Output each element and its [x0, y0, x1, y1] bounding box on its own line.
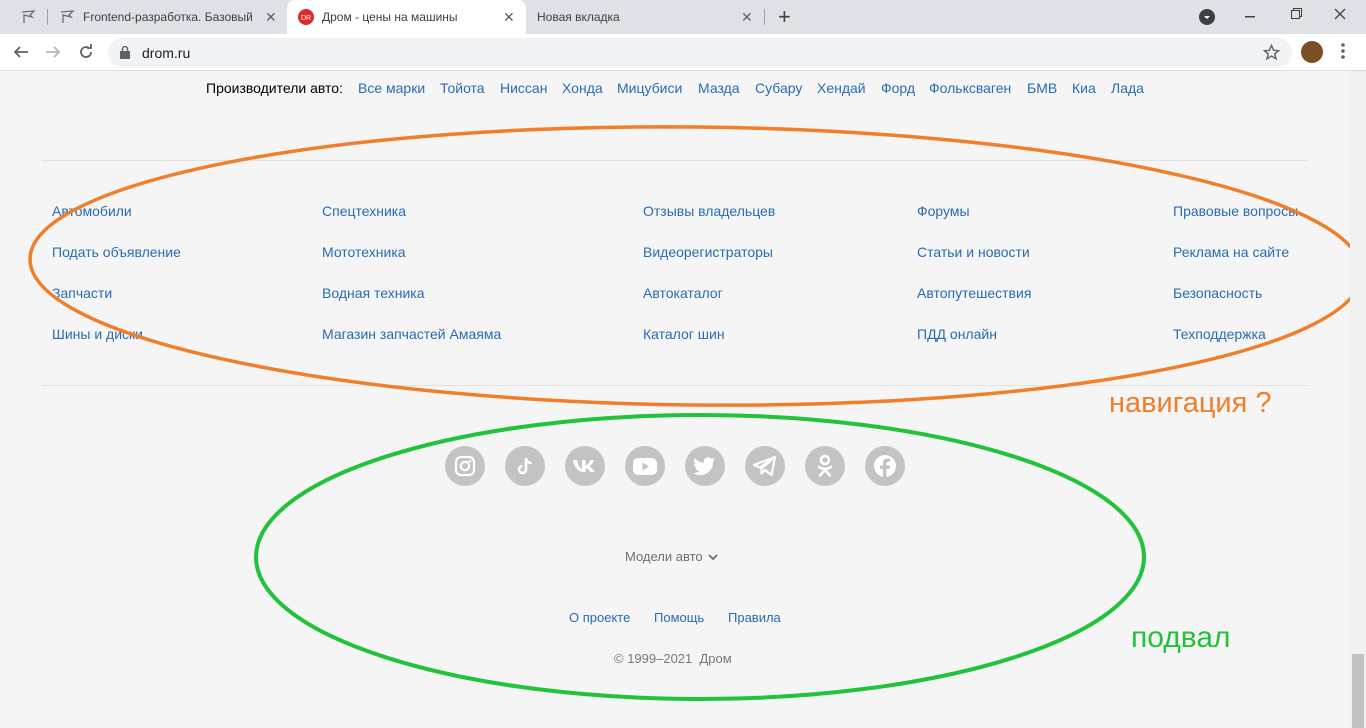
navigation-annotation-ellipse	[28, 125, 1350, 407]
address-bar[interactable]: drom.ru	[108, 38, 1292, 67]
forward-icon[interactable]	[42, 41, 64, 63]
tab-title: Дром - цены на машины	[322, 10, 458, 24]
svg-text:DR: DR	[301, 15, 311, 22]
tab-drom[interactable]: DR Дром - цены на машины ✕	[287, 0, 526, 34]
restore-icon[interactable]	[1291, 8, 1303, 20]
scrollbar-thumb[interactable]	[1352, 654, 1364, 728]
footer-annotation-ellipse	[254, 413, 1146, 701]
scrollbar-track[interactable]	[1350, 71, 1366, 728]
tab-title: Новая вкладка	[537, 10, 620, 24]
page-icon	[21, 10, 36, 23]
page-content: Производители авто: Все марки Тойота Нис…	[0, 71, 1350, 728]
page-icon	[60, 10, 75, 23]
url-text: drom.ru	[142, 45, 191, 61]
navigation-annotation: навигация ?	[1109, 387, 1272, 419]
tab-frontend[interactable]: Frontend-разработка. Базовый ✕	[50, 0, 284, 34]
tab-title: Frontend-разработка. Базовый	[83, 10, 253, 24]
tab-pinned[interactable]	[10, 0, 46, 34]
footer-annotation: подвал	[1131, 621, 1231, 654]
browser-toolbar: drom.ru	[0, 34, 1366, 71]
new-tab-button[interactable]: +	[778, 4, 791, 30]
tab-new[interactable]: Новая вкладка ✕	[528, 0, 762, 34]
close-icon[interactable]: ✕	[503, 9, 515, 26]
close-icon[interactable]: ✕	[265, 9, 277, 26]
menu-icon[interactable]	[1341, 42, 1345, 60]
back-icon[interactable]	[10, 41, 32, 63]
drom-logo-icon: DR	[298, 9, 314, 25]
reload-icon[interactable]	[75, 41, 97, 63]
bookmark-star-icon[interactable]	[1263, 44, 1280, 61]
close-icon[interactable]: ✕	[741, 9, 753, 26]
tab-search-icon[interactable]	[1199, 9, 1215, 25]
tab-bar: Frontend-разработка. Базовый ✕ DR Дром -…	[0, 0, 1366, 34]
minimize-icon[interactable]	[1245, 16, 1255, 18]
avatar[interactable]	[1301, 41, 1323, 63]
window-close-icon[interactable]	[1334, 8, 1346, 20]
lock-icon	[120, 46, 130, 59]
